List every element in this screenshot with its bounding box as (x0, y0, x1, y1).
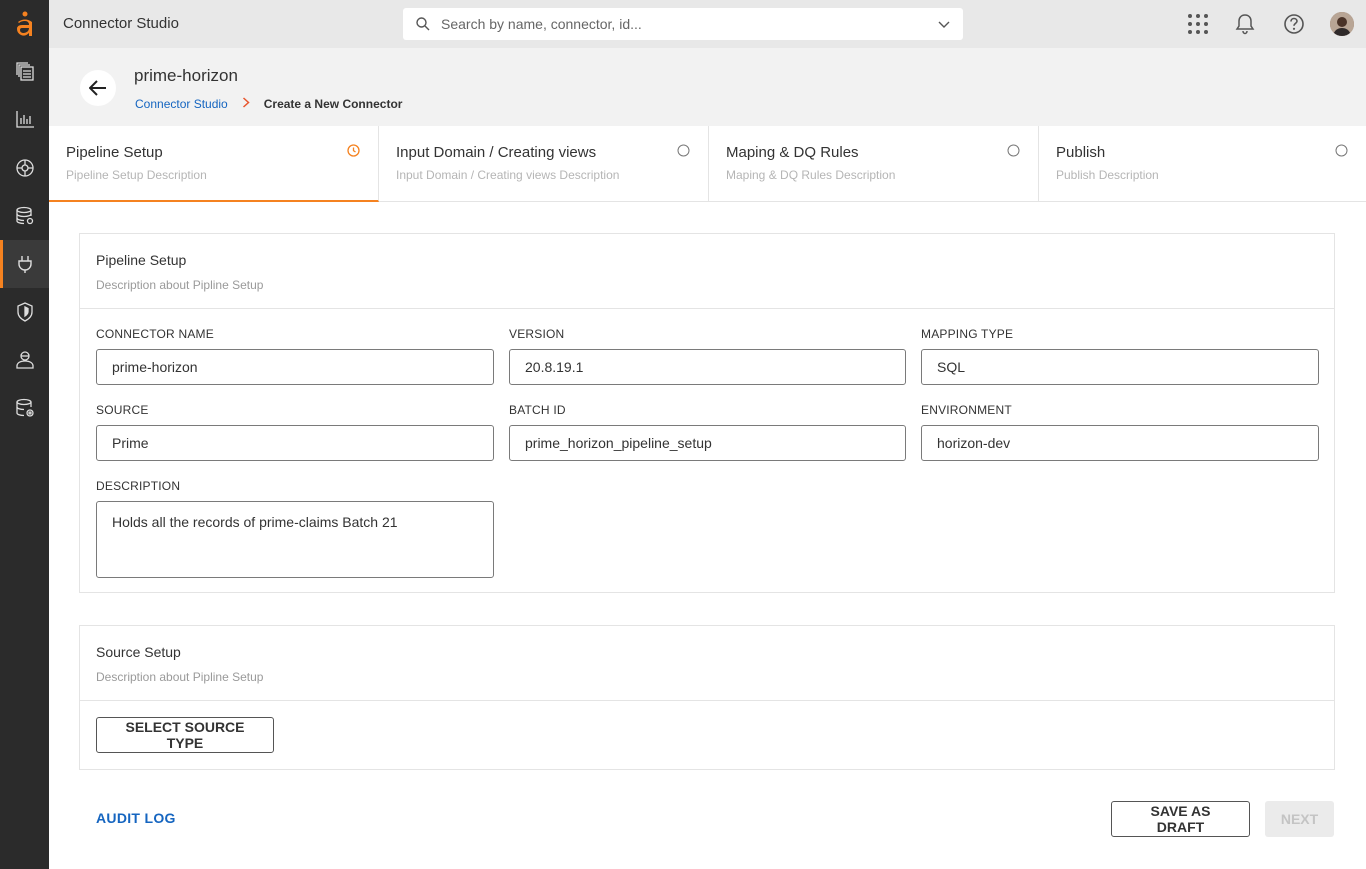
step-input-domain[interactable]: Input Domain / Creating views Input Doma… (379, 126, 709, 201)
nav-connectors[interactable] (0, 240, 49, 288)
batch-id-input[interactable] (509, 425, 906, 461)
step-mapping-dq-rules[interactable]: Maping & DQ Rules Maping & DQ Rules Desc… (709, 126, 1039, 201)
database-settings-icon (15, 398, 34, 417)
search-icon (416, 17, 430, 31)
clock-icon (347, 144, 360, 157)
radio-empty-icon (1335, 144, 1348, 157)
batch-id-label: BATCH ID (509, 403, 566, 417)
radio-empty-icon (677, 144, 690, 157)
step-title: Maping & DQ Rules (726, 144, 859, 161)
breadcrumb-current: Create a New Connector (263, 96, 403, 111)
mapping-type-label: MAPPING TYPE (921, 327, 1014, 341)
select-source-type-button[interactable]: SELECT SOURCE TYPE (96, 717, 274, 753)
breadcrumb-link-connector-studio[interactable]: Connector Studio (135, 97, 228, 111)
radio-empty-icon (1007, 144, 1020, 157)
nav-network[interactable] (0, 144, 49, 192)
version-label: VERSION (509, 327, 565, 341)
audit-log-link[interactable]: AUDIT LOG (96, 810, 176, 826)
connector-name-label: CONNECTOR NAME (96, 327, 214, 341)
source-label: SOURCE (96, 403, 149, 417)
bell-icon (1235, 14, 1255, 35)
page-title: prime-horizon (134, 66, 238, 85)
sidebar (0, 0, 49, 869)
connector-name-input[interactable] (96, 349, 494, 385)
nav-database-settings[interactable] (0, 192, 49, 240)
search-input[interactable] (441, 8, 921, 40)
avatar-image (1330, 12, 1354, 36)
pipeline-setup-card: Pipeline Setup Description about Pipline… (79, 233, 1335, 593)
back-button[interactable] (80, 70, 116, 106)
save-as-draft-button[interactable]: SAVE AS DRAFT (1111, 801, 1250, 837)
step-description: Pipeline Setup Description (66, 168, 207, 182)
card-title: Pipeline Setup (96, 252, 187, 268)
environment-input[interactable] (921, 425, 1319, 461)
apps-grid-button[interactable] (1186, 12, 1210, 36)
help-icon (1284, 14, 1304, 34)
step-pipeline-setup[interactable]: Pipeline Setup Pipeline Setup Descriptio… (49, 126, 379, 202)
network-icon (15, 159, 34, 177)
card-description: Description about Pipline Setup (96, 670, 264, 684)
breadcrumb: Connector Studio Create a New Connector (135, 96, 402, 111)
apps-grid-icon (1188, 14, 1208, 34)
step-title: Input Domain / Creating views (396, 144, 597, 161)
environment-label: ENVIRONMENT (921, 403, 1012, 417)
next-button[interactable]: NEXT (1265, 801, 1334, 837)
top-bar: Connector Studio (49, 0, 1366, 48)
source-setup-card: Source Setup Description about Pipline S… (79, 625, 1335, 770)
documents-icon (15, 62, 34, 81)
source-input[interactable] (96, 425, 494, 461)
card-header: Source Setup Description about Pipline S… (80, 626, 1334, 701)
shield-icon (16, 302, 33, 322)
description-label: DESCRIPTION (96, 479, 181, 493)
nav-analytics[interactable] (0, 95, 49, 143)
app-logo[interactable] (0, 0, 49, 48)
chevron-right-icon (242, 96, 250, 111)
user-badge-icon (15, 351, 34, 369)
plug-icon (17, 256, 32, 273)
logo-icon (16, 11, 32, 36)
version-input[interactable] (509, 349, 906, 385)
help-button[interactable] (1282, 12, 1306, 36)
card-title: Source Setup (96, 644, 181, 660)
chevron-down-icon[interactable] (937, 17, 951, 31)
step-description: Maping & DQ Rules Description (726, 168, 896, 182)
card-description: Description about Pipline Setup (96, 278, 264, 292)
user-avatar[interactable] (1330, 12, 1354, 36)
app-title: Connector Studio (63, 15, 179, 32)
description-textarea[interactable]: Holds all the records of prime-claims Ba… (96, 501, 494, 578)
step-title: Publish (1056, 144, 1106, 161)
step-publish[interactable]: Publish Publish Description (1039, 126, 1366, 201)
stepper: Pipeline Setup Pipeline Setup Descriptio… (49, 126, 1366, 202)
nav-users[interactable] (0, 336, 49, 384)
arrow-left-icon (89, 80, 106, 96)
nav-data-settings[interactable] (0, 384, 49, 432)
database-gear-icon (15, 206, 33, 225)
notifications-button[interactable] (1233, 12, 1257, 36)
step-description: Input Domain / Creating views Descriptio… (396, 168, 620, 182)
card-header: Pipeline Setup Description about Pipline… (80, 234, 1334, 309)
bar-chart-icon (15, 111, 34, 128)
step-title: Pipeline Setup (66, 144, 163, 161)
step-description: Publish Description (1056, 168, 1159, 182)
nav-catalog[interactable] (0, 48, 49, 96)
page-header: prime-horizon Connector Studio Create a … (49, 48, 1366, 126)
mapping-type-input[interactable] (921, 349, 1319, 385)
global-search[interactable] (403, 8, 963, 40)
nav-security[interactable] (0, 288, 49, 336)
